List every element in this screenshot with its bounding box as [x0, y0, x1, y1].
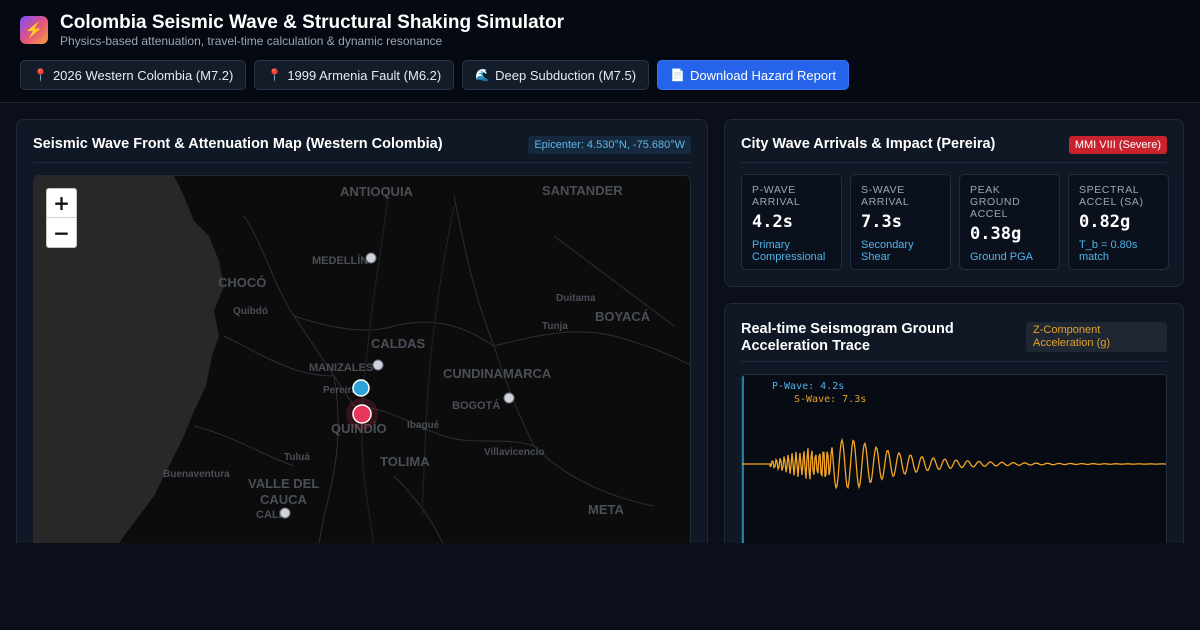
- city-label-cali: CALI: [256, 509, 282, 521]
- panel-divider: [741, 361, 1167, 362]
- stat-value: 0.38g: [970, 224, 1022, 244]
- lightning-bolt-icon: ⚡: [20, 16, 48, 44]
- region-label-caldas: CALDAS: [371, 336, 425, 351]
- app-subtitle: Physics-based attenuation, travel-time c…: [60, 34, 443, 48]
- zoom-control: + −: [46, 188, 77, 248]
- scenario-label: 1999 Armenia Fault (M6.2): [287, 67, 442, 83]
- zoom-out-button[interactable]: −: [47, 218, 76, 247]
- epicenter-badge: Epicenter: 4.530°N, -75.680°W: [528, 136, 691, 154]
- city-label-quibdo: Quibdó: [233, 306, 268, 317]
- region-label-valle: VALLE DEL: [248, 476, 319, 491]
- scenario-button-western-colombia[interactable]: 📍 2026 Western Colombia (M7.2): [20, 60, 247, 90]
- mmi-badge: MMI VIII (Severe): [1068, 136, 1167, 154]
- document-icon: 📄: [670, 68, 686, 82]
- city-label-duitama: Duitama: [556, 293, 596, 304]
- seismic-map[interactable]: ANTIOQUIA SANTANDER CHOCÓ BOYACÁ CALDAS …: [33, 175, 691, 575]
- zoom-in-button[interactable]: +: [47, 189, 76, 218]
- stat-card-p-wave: P-Wave Arrival 4.2s Primary Compressiona…: [741, 174, 842, 270]
- stat-note: Ground PGA: [970, 251, 1033, 263]
- s-wave-tag: S-Wave: 7.3s: [794, 394, 867, 405]
- city-label-villavicencio: Villavicencio: [484, 447, 544, 458]
- scenario-label: 2026 Western Colombia (M7.2): [52, 67, 234, 83]
- city-label-tulua: Tuluá: [284, 452, 310, 463]
- city-label-pereira: Pereira: [323, 385, 357, 396]
- map-pin-icon: 📍: [267, 68, 283, 82]
- app-title: Colombia Seismic Wave & Structural Shaki…: [60, 12, 564, 33]
- stat-note: Secondary Shear: [861, 239, 914, 263]
- app-header: ⚡ Colombia Seismic Wave & Structural Sha…: [0, 0, 1200, 103]
- city-marker-bogota[interactable]: [503, 392, 515, 404]
- region-label-boyaca: BOYACÁ: [595, 309, 651, 324]
- seismogram-panel-title: Real-time Seismogram Ground Acceleration…: [741, 321, 954, 354]
- city-marker-cali[interactable]: [279, 507, 291, 519]
- stat-value: 7.3s: [861, 212, 902, 232]
- stat-label: Spectral Accel (SA): [1079, 184, 1144, 208]
- component-badge: Z-Component Acceleration (g): [1026, 322, 1167, 352]
- city-label-medellin: MEDELLÍN: [312, 254, 368, 267]
- seismogram-panel: Real-time Seismogram Ground Acceleration…: [724, 303, 1184, 583]
- page-footer-space: [0, 543, 1200, 630]
- target-city-marker-pereira[interactable]: [352, 379, 370, 397]
- acceleration-trace: [742, 437, 1166, 490]
- stat-note: T_b = 0.80s match: [1079, 239, 1138, 263]
- map-panel: Seismic Wave Front & Attenuation Map (We…: [16, 119, 708, 579]
- download-report-label: Download Hazard Report: [690, 67, 837, 83]
- region-label-choco: CHOCÓ: [218, 275, 266, 290]
- city-marker-manizales[interactable]: [372, 359, 384, 371]
- stat-card-s-wave: S-Wave Arrival 7.3s Secondary Shear: [850, 174, 951, 270]
- scenario-button-deep-subduction[interactable]: 🌊 Deep Subduction (M7.5): [462, 60, 650, 90]
- stat-label: Peak Ground Accel: [970, 184, 1021, 220]
- scenario-bar: 📍 2026 Western Colombia (M7.2) 📍 1999 Ar…: [20, 60, 850, 90]
- stat-value: 4.2s: [752, 212, 793, 232]
- impact-panel-title: City Wave Arrivals & Impact (Pereira): [741, 136, 996, 152]
- city-label-buenaventura: Buenaventura: [163, 469, 230, 480]
- city-marker-medellin[interactable]: [365, 252, 377, 264]
- stat-card-spectral-accel: Spectral Accel (SA) 0.82g T_b = 0.80s ma…: [1068, 174, 1169, 270]
- region-label-santander: SANTANDER: [542, 183, 623, 198]
- stat-row: P-Wave Arrival 4.2s Primary Compressiona…: [741, 174, 1169, 270]
- city-label-manizales: MANIZALES: [309, 362, 373, 374]
- impact-panel: City Wave Arrivals & Impact (Pereira) MM…: [724, 119, 1184, 287]
- stat-card-pga: Peak Ground Accel 0.38g Ground PGA: [959, 174, 1060, 270]
- stat-value: 0.82g: [1079, 212, 1131, 232]
- city-label-tunja: Tunja: [542, 321, 568, 332]
- stat-label: P-Wave Arrival: [752, 184, 801, 208]
- panel-divider: [741, 162, 1167, 163]
- region-label-cundinamarca: CUNDINAMARCA: [443, 366, 552, 381]
- epicenter-marker[interactable]: [352, 404, 372, 424]
- region-label-antioquia: ANTIOQUIA: [340, 184, 414, 199]
- region-label-cauca: CAUCA: [260, 492, 308, 507]
- wave-icon: 🌊: [475, 68, 491, 82]
- stat-label: S-Wave Arrival: [861, 184, 910, 208]
- p-wave-tag: P-Wave: 4.2s: [772, 381, 845, 392]
- map-panel-title: Seismic Wave Front & Attenuation Map (We…: [33, 136, 443, 152]
- region-label-tolima: TOLIMA: [380, 454, 430, 469]
- map-canvas: ANTIOQUIA SANTANDER CHOCÓ BOYACÁ CALDAS …: [34, 176, 690, 574]
- map-pin-icon: 📍: [33, 68, 48, 82]
- region-label-meta: META: [588, 502, 624, 517]
- panel-divider: [33, 162, 691, 163]
- scenario-button-armenia-fault[interactable]: 📍 1999 Armenia Fault (M6.2): [254, 60, 455, 90]
- city-label-ibague: Ibagué: [407, 420, 440, 431]
- stat-note: Primary Compressional: [752, 239, 826, 263]
- scenario-label: Deep Subduction (M7.5): [495, 67, 637, 83]
- city-label-bogota: BOGOTÁ: [452, 399, 500, 412]
- download-report-button[interactable]: 📄 Download Hazard Report: [657, 60, 850, 90]
